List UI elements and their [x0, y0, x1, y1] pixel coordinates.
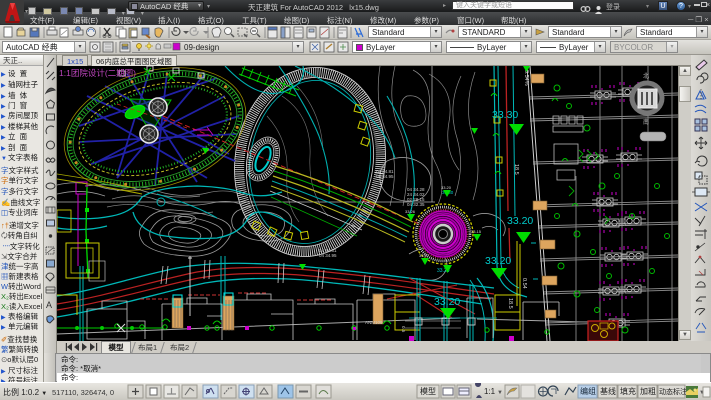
- svg-text:18.5: 18.5: [513, 164, 519, 175]
- svg-text:18.5: 18.5: [507, 298, 513, 309]
- svg-text:33.20: 33.20: [485, 255, 511, 267]
- svg-text:动态标注: 动态标注: [659, 387, 687, 396]
- svg-text:填充: 填充: [620, 386, 636, 396]
- svg-text:ANM109: ANM109: [365, 320, 383, 325]
- svg-text:04 34.95: 04 34.95: [319, 253, 337, 258]
- svg-text:04 34.95: 04 34.95: [376, 174, 394, 179]
- svg-text:33.20: 33.20: [507, 215, 533, 227]
- svg-text:33.15: 33.15: [471, 229, 482, 234]
- svg-text:0.5: 0.5: [401, 326, 406, 333]
- svg-text:▼: ▼: [497, 390, 503, 396]
- svg-text:A: A: [46, 300, 52, 310]
- svg-text:04 32.35: 04 32.35: [407, 202, 425, 207]
- svg-text:33.26: 33.26: [405, 209, 416, 214]
- svg-text:33.20: 33.20: [434, 296, 460, 308]
- svg-text:33.07: 33.07: [419, 253, 430, 258]
- svg-text:基线: 基线: [600, 386, 616, 396]
- svg-text:南: 南: [643, 118, 649, 126]
- svg-text:加粗: 加粗: [640, 386, 656, 396]
- svg-text:编组: 编组: [580, 386, 596, 396]
- svg-text:模型: 模型: [420, 386, 436, 396]
- svg-text:1:1: 1:1: [484, 387, 496, 396]
- svg-text:北: 北: [643, 72, 649, 80]
- svg-text:33.20: 33.20: [441, 185, 452, 190]
- svg-text:0.54: 0.54: [521, 278, 527, 289]
- svg-text:1:1团院设计(二期图): 1:1团院设计(二期图): [59, 68, 136, 78]
- svg-text:33.30: 33.30: [492, 109, 518, 121]
- svg-text:0.54%: 0.54%: [523, 70, 529, 86]
